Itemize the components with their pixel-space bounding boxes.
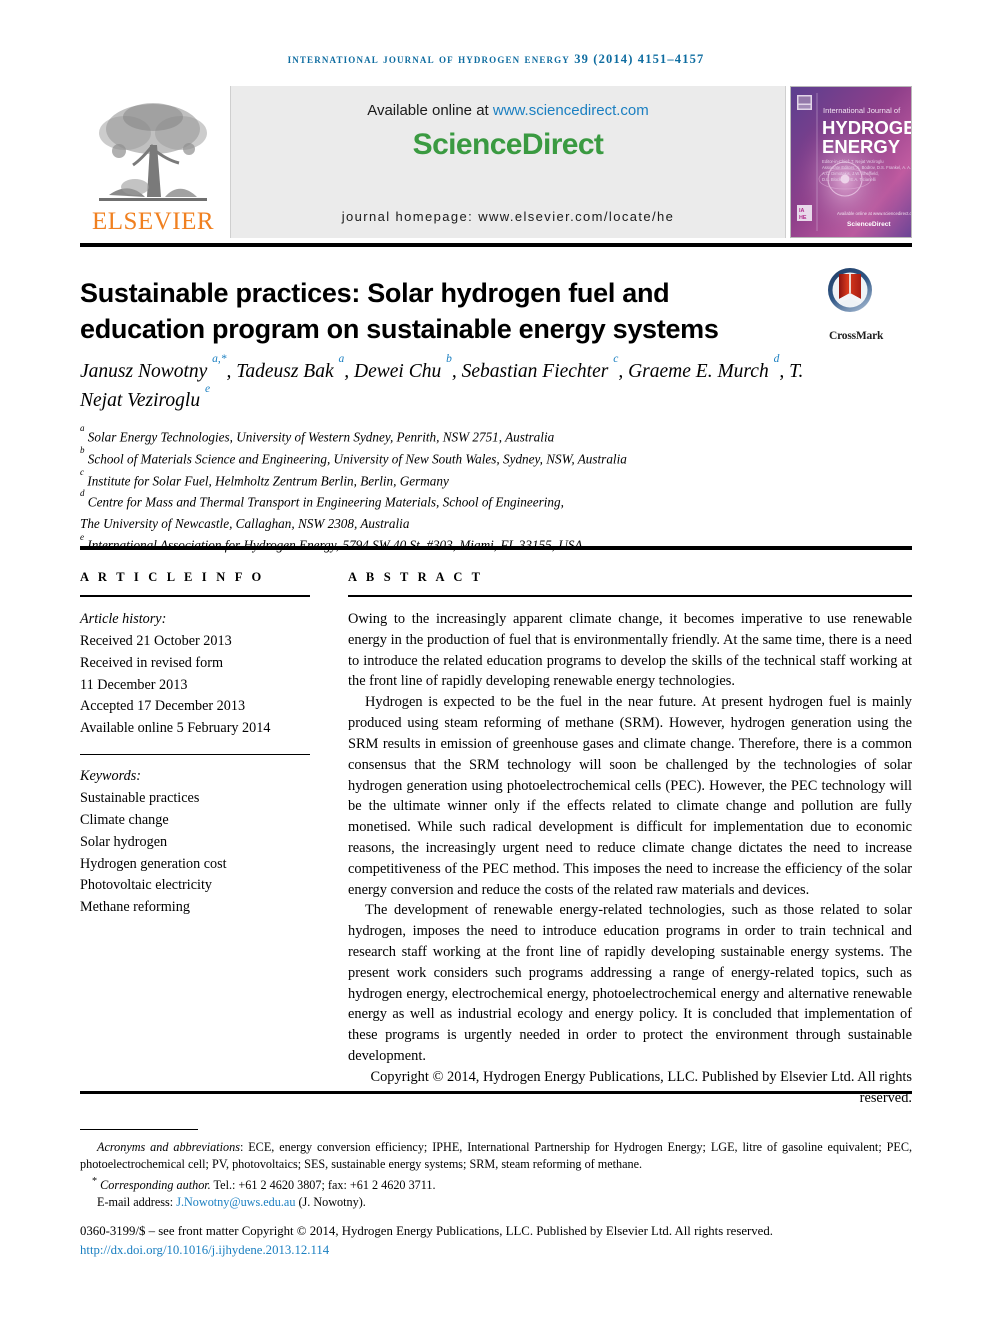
- article-history-label: Article history:: [80, 611, 167, 627]
- email-suffix: (J. Nowotny).: [298, 1195, 366, 1210]
- affiliation-marker: a: [80, 423, 85, 434]
- corresponding-text: Tel.: +61 2 4620 3807; fax: +61 2 4620 3…: [210, 1177, 436, 1192]
- crossmark-icon: [828, 268, 872, 312]
- keyword-item: Climate change: [80, 811, 169, 828]
- elsevier-logo-block: ELSEVIER: [80, 86, 226, 238]
- front-matter-block: 0360-3199/$ – see front matter Copyright…: [80, 1222, 912, 1259]
- sciencedirect-wordmark[interactable]: ScienceDirect: [413, 128, 604, 162]
- svg-text:ScienceDirect: ScienceDirect: [847, 221, 891, 228]
- abstract-heading-rule: [348, 595, 912, 597]
- elsevier-tree-icon: [99, 103, 207, 201]
- journal-cover-thumbnail[interactable]: International Journal of HYDROGEN ENERGY…: [790, 86, 912, 238]
- keyword-item: Hydrogen generation cost: [80, 855, 227, 872]
- affiliation-text: Solar Energy Technologies, University of…: [87, 429, 555, 445]
- svg-text:IA: IA: [799, 208, 804, 214]
- svg-text:Available online at www.scienc: Available online at www.sciencedirect.co…: [837, 211, 911, 216]
- affiliation-marker: d: [80, 488, 85, 499]
- masthead: ELSEVIER Available online at www.science…: [80, 86, 912, 238]
- author-list: Janusz Nowotny a,*, Tadeusz Bak a, Dewei…: [80, 353, 804, 412]
- history-item: 11 December 2013: [80, 676, 188, 693]
- sciencedirect-url-link[interactable]: www.sciencedirect.com: [493, 102, 649, 119]
- affiliation-text: The University of Newcastle, Callaghan, …: [80, 516, 410, 532]
- svg-text:D.L. Block and E.A. Ticianelli: D.L. Block and E.A. Ticianelli: [822, 177, 876, 182]
- abstract-paragraph: Hydrogen is expected to be the fuel in t…: [348, 694, 912, 898]
- journal-homepage-line[interactable]: journal homepage: www.elsevier.com/locat…: [231, 209, 785, 224]
- crossmark-badge[interactable]: CrossMark: [826, 266, 918, 342]
- doi-link[interactable]: http://dx.doi.org/10.1016/j.ijhydene.201…: [80, 1243, 329, 1257]
- email-label: E-mail address:: [97, 1195, 174, 1210]
- footer-top-rule: [80, 1091, 912, 1094]
- keywords-block: Keywords: Sustainable practices Climate …: [80, 766, 310, 919]
- corresponding-author-footnote: * Corresponding author. Tel.: +61 2 4620…: [80, 1175, 912, 1194]
- sciencedirect-word-science: Science: [412, 128, 523, 161]
- keyword-item: Methane reforming: [80, 899, 190, 916]
- svg-text:HYDROGEN: HYDROGEN: [822, 117, 911, 138]
- keywords-label: Keywords:: [80, 768, 141, 785]
- article-info-top-rule: [80, 546, 912, 550]
- available-online-prefix: Available online at: [367, 102, 493, 119]
- masthead-bottom-rule: [80, 243, 912, 247]
- article-info-column: A R T I C L E I N F O Article history: R…: [80, 570, 310, 919]
- abstract-paragraph: The development of renewable energy-rela…: [348, 902, 912, 1065]
- history-item: Accepted 17 December 2013: [80, 698, 246, 715]
- affiliation-item: d Centre for Mass and Thermal Transport …: [80, 488, 880, 513]
- affiliation-text: Institute for Solar Fuel, Helmholtz Zent…: [87, 472, 449, 488]
- abstract-heading: A B S T R A C T: [348, 570, 484, 584]
- footnote-separator-rule: [80, 1129, 198, 1130]
- keyword-item: Solar hydrogen: [80, 833, 168, 850]
- abstract-paragraph: Owing to the increasingly apparent clima…: [348, 611, 912, 690]
- affiliation-text: School of Materials Science and Engineer…: [87, 451, 627, 467]
- article-info-heading-rule: [80, 595, 310, 597]
- running-head: international journal of hydrogen energy…: [287, 52, 705, 66]
- journal-cover-image: International Journal of HYDROGEN ENERGY…: [791, 87, 911, 237]
- corresponding-label: Corresponding author.: [100, 1177, 211, 1192]
- crossmark-label: CrossMark: [829, 330, 884, 342]
- history-item: Received 21 October 2013: [80, 632, 232, 649]
- sciencedirect-panel: Available online at www.sciencedirect.co…: [230, 86, 786, 238]
- article-info-heading: A R T I C L E I N F O: [80, 570, 265, 584]
- affiliation-item: The University of Newcastle, Callaghan, …: [80, 513, 880, 534]
- email-link[interactable]: J.Nowotny@uws.edu.au: [176, 1195, 295, 1209]
- keyword-item: Photovoltaic electricity: [80, 877, 212, 894]
- svg-text:ENERGY: ENERGY: [822, 136, 901, 157]
- acronyms-label: Acronyms and abbreviations: [97, 1140, 240, 1154]
- affiliation-marker: e: [80, 531, 84, 542]
- elsevier-wordmark: ELSEVIER: [91, 208, 215, 235]
- email-footnote: E-mail address: J.Nowotny@uws.edu.au (J.…: [80, 1194, 912, 1211]
- available-online-line: Available online at www.sciencedirect.co…: [367, 102, 649, 119]
- abstract-column: A B S T R A C T Owing to the increasingl…: [348, 570, 912, 1109]
- keyword-item: Sustainable practices: [80, 790, 200, 807]
- sciencedirect-word-direct: Direct: [521, 128, 604, 161]
- affiliation-list: a Solar Energy Technologies, University …: [80, 423, 880, 556]
- acronyms-footnote: Acronyms and abbreviations: ECE, energy …: [80, 1139, 912, 1174]
- history-item: Received in revised form: [80, 654, 224, 671]
- svg-text:A.C. Dimotakis, J.W. Sheffield: A.C. Dimotakis, J.W. Sheffield,: [822, 171, 879, 176]
- svg-text:Editor-in-Chief: T. Nejat Vez: Editor-in-Chief: T. Nejat Veziroglu: [822, 159, 884, 164]
- page-title: Sustainable practices: Solar hydrogen fu…: [80, 278, 719, 344]
- journal-article-first-page: international journal of hydrogen energy…: [0, 0, 992, 1323]
- abstract-copyright: Copyright © 2014, Hydrogen Energy Public…: [370, 1068, 912, 1106]
- article-history-block: Article history: Received 21 October 201…: [80, 609, 310, 740]
- svg-text:HE: HE: [799, 215, 807, 221]
- history-item: Available online 5 February 2014: [80, 720, 271, 737]
- corresponding-marker: *: [92, 1175, 98, 1187]
- issn-copyright-line: 0360-3199/$ – see front matter Copyright…: [80, 1224, 773, 1238]
- affiliation-marker: c: [80, 466, 84, 477]
- keywords-separator-rule: [80, 754, 310, 756]
- affiliation-item: c Institute for Solar Fuel, Helmholtz Ze…: [80, 466, 880, 492]
- svg-text:International Journal of: International Journal of: [823, 106, 901, 115]
- affiliation-text: Centre for Mass and Thermal Transport in…: [87, 494, 564, 510]
- footnotes-block: Acronyms and abbreviations: ECE, energy …: [80, 1139, 912, 1211]
- affiliation-item: a Solar Energy Technologies, University …: [80, 423, 880, 448]
- affiliation-marker: b: [80, 444, 85, 455]
- affiliation-item: b School of Materials Science and Engine…: [80, 444, 880, 470]
- svg-text:Associate Editors: A. Bodrov,: Associate Editors: A. Bodrov, D.S. Frank…: [822, 165, 911, 170]
